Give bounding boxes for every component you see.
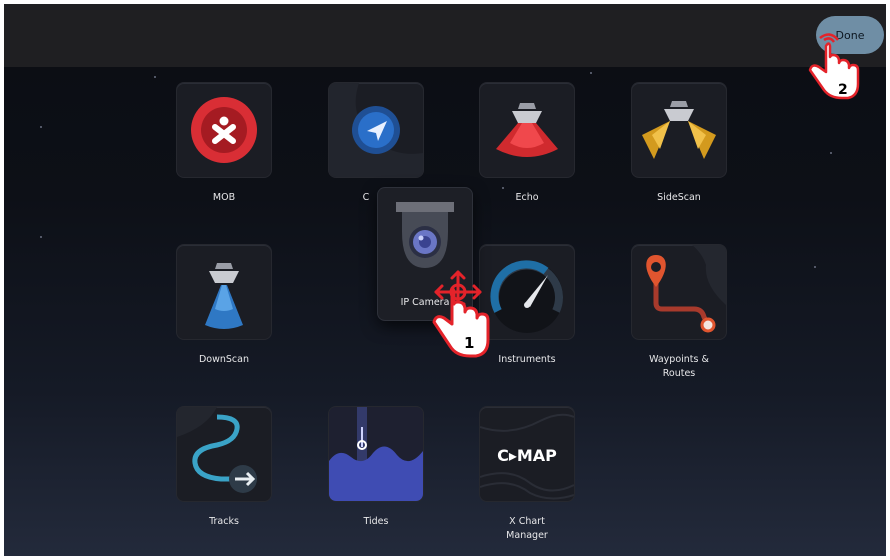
app-screen: Done MOB C Echo SideScan DownScan Instru… [4,4,886,556]
app-label-cmap: X Chart Manager [506,516,548,541]
app-tile-cmap[interactable]: C▸MAP [480,407,574,501]
app-label-tides: Tides [363,516,389,527]
background-star [814,266,816,268]
tracks-icon [177,407,257,493]
background-star [590,72,592,74]
app-tile-waypoints[interactable] [632,245,726,339]
app-tile-sidescan[interactable] [632,83,726,177]
background-star [40,236,42,238]
echo-icon [496,103,558,157]
downscan-icon [205,263,243,329]
background-star [830,152,832,154]
waypoints-icon [646,245,726,333]
app-label-echo: Echo [515,192,539,203]
background-star [154,76,156,78]
app-label-downscan: DownScan [198,354,249,365]
drag-gesture-hand-icon: 1 [432,270,490,358]
top-bar: Done [4,4,886,67]
mob-icon [191,97,257,163]
app-tile-downscan[interactable] [177,245,271,339]
svg-text:2: 2 [838,82,848,98]
tides-icon [329,407,423,501]
cmap-icon: C▸MAP [480,413,574,500]
app-tile-tracks[interactable] [177,407,271,501]
background-star [502,187,504,189]
app-label-waypoints: Waypoints & Routes [649,354,709,379]
app-tile-mob[interactable] [177,83,271,177]
app-label-tracks: Tracks [209,516,239,527]
app-tile-echo[interactable] [480,83,574,177]
app-label-sidescan: SideScan [657,192,701,203]
tap-gesture-hand-icon: 2 [808,33,860,100]
app-label-mob: MOB [212,192,236,203]
svg-text:C▸MAP: C▸MAP [497,446,557,465]
app-tile-tides[interactable] [329,407,423,501]
svg-text:1: 1 [464,334,474,352]
app-tile-chart[interactable] [329,83,423,177]
chart-icon [329,83,423,177]
background-star [40,126,42,128]
sidescan-icon [642,101,716,159]
